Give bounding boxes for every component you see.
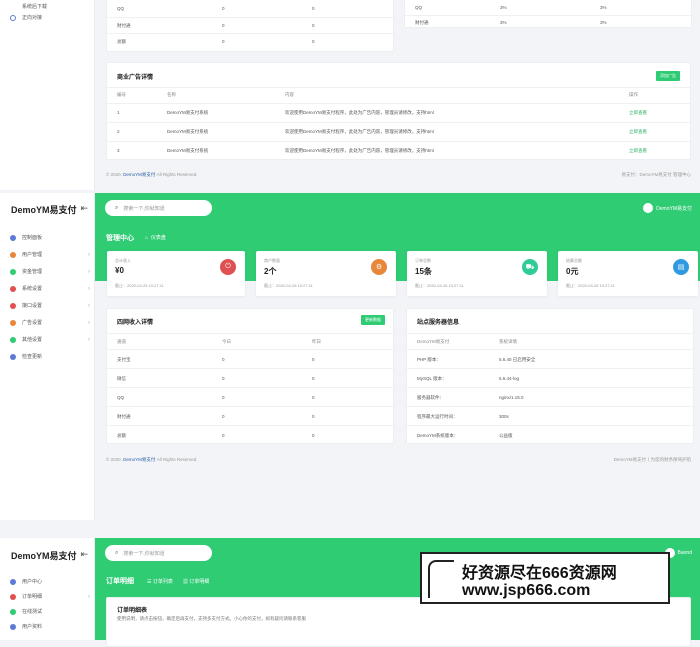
search-icon: ⌕ [115, 204, 119, 211]
income-card: 四网收入详情 更新数据 通道 今日 昨日 支付宝 0 0 微信 0 0 QQ 0 0 财付通 0 0… [106, 308, 394, 444]
menu-fold-icon[interactable]: ⇤ [80, 203, 88, 214]
table-row: 2 DemoYM易支付系统 欢迎使用DemoYM易支付程序，此处为广告内容，管理… [107, 122, 690, 140]
dashboard-icon [10, 578, 16, 585]
mid-footer-right: DemoYM易支付丨为您的财务保驾护航 [613, 457, 691, 462]
view-link[interactable]: 立即查看 [629, 110, 647, 116]
dashboard-icon [10, 234, 16, 241]
table-header: 编号 名称 内容 操作 [107, 87, 690, 99]
update-icon [10, 353, 16, 360]
test-icon [10, 608, 16, 615]
settings-icon [10, 285, 16, 292]
sidebar-item-user-center[interactable]: 用户中心 [10, 578, 90, 585]
sidebar-item-system[interactable]: 系统设置 › [10, 285, 90, 292]
detail-icon: ▦ [183, 579, 189, 585]
sidebar-item-test[interactable]: 在线测试 [10, 608, 90, 615]
top-left-table-card: QQ 0 0 财付通 0 0 总额 0 0 [106, 0, 394, 52]
money-icon [10, 268, 16, 275]
stat-card-settlement: 结算总额 0元 截止：2020-04-26 10:27:11 ▤ [558, 251, 698, 296]
table-row: PHP 版本： 5.6.40 已启用安全 [407, 349, 693, 368]
avatar [643, 203, 654, 213]
mid-footer-left: © 2020. DemoYM易支付 All Rights Reserved. [106, 457, 198, 462]
stat-card-income: 总计收入 ¥0 截止：2020-04-26 10:27:11 ⏻ [107, 251, 245, 296]
stat-card-orders: 订单总数 15条 截止：2020-04-26 10:27:11 ⛟ [407, 251, 547, 296]
table-row: QQ 3% 3% [415, 5, 607, 10]
table-row: 服务器软件： nginx/1.15.0 [407, 387, 693, 406]
ads-card: 商业广告详情 添加广告 编号 名称 内容 操作 1 DemoYM易支付系统 欢迎… [106, 62, 691, 160]
table-row: 程序最大运行时间： 300s [407, 406, 693, 425]
sidebar-item-users[interactable]: 用户管理 › [10, 251, 90, 258]
page-title: 订单明细 [106, 578, 134, 585]
sidebar-item-orders[interactable]: 订单明细 › [10, 593, 90, 600]
table-row: QQ 0 0 [107, 387, 393, 406]
menu-fold-icon[interactable]: ⇤ [80, 549, 88, 560]
table-row: 支付宝 0 0 [107, 349, 393, 368]
table-row: 总额 0 0 [107, 425, 393, 444]
table-row: QQ 0 0 [117, 6, 315, 11]
order-icon [10, 593, 16, 600]
table-row: 微信 0 0 [107, 368, 393, 387]
cart-icon: ⛟ [522, 259, 538, 275]
table-header: 通道 今日 昨日 [107, 333, 393, 349]
breadcrumb[interactable]: ⌂ 仪表盘 [145, 234, 166, 241]
top-sidebar: 系统后下载 正向对接 [0, 0, 95, 190]
bottom-sidebar: DemoYM易支付 ⇤ 用户中心 订单明细 › 在线测试 用户资料 [0, 538, 95, 640]
table-header: DemoYM易支付 系统详情 [407, 333, 693, 349]
top-footer-right: 易支付：DemoYM易支付 管理中心 [621, 172, 691, 177]
top-footer-left: © 2020. DemoYM易支付 All Rights Reserved. [106, 172, 198, 177]
brand-logo: DemoYM易支付 [11, 551, 77, 561]
user-menu[interactable]: DemoYM易支付 [643, 203, 692, 213]
sidebar-item-docking[interactable]: 正向对接 [10, 14, 90, 21]
search-input[interactable]: ⌕ 搜索一下,你就知道 [105, 200, 212, 216]
api-icon [10, 302, 16, 309]
table-row: 1 DemoYM易支付系统 欢迎使用DemoYM易支付程序，此处为广告内容，管理… [107, 103, 690, 121]
watermark: 好资源尽在666资源网 www.jsp666.com [420, 552, 670, 604]
table-row: 财付通 0 0 [107, 406, 393, 425]
table-row: 财付通 0 0 [107, 17, 393, 33]
table-row: 3 DemoYM易支付系统 欢迎使用DemoYM易支付程序，此处为广告内容，管理… [107, 141, 690, 159]
settings-icon: ⚙ [371, 259, 387, 275]
sidebar-item-download[interactable]: 系统后下载 [10, 3, 90, 10]
user-icon [10, 251, 16, 258]
table-row: 财付通 3% 3% [405, 15, 691, 29]
search-icon: ⌕ [115, 549, 119, 556]
mid-sidebar: DemoYM易支付 ⇤ 控制面板 用户管理 › 资金管理 › 系统设置 › 接口设置 ›… [0, 193, 95, 520]
ornament-icon [428, 560, 454, 598]
ad-icon [10, 319, 16, 326]
sidebar-item-dashboard[interactable]: 控制面板 [10, 234, 90, 241]
sidebar-item-funds[interactable]: 资金管理 › [10, 268, 90, 275]
sidebar-item-api[interactable]: 接口设置 › [10, 302, 90, 309]
send-icon [10, 336, 16, 343]
sidebar-item-ads[interactable]: 广告设置 › [10, 319, 90, 326]
profile-icon [10, 623, 16, 630]
page-title: 管理中心 [106, 235, 134, 242]
link-icon [10, 14, 16, 21]
top-right-table-card: QQ 3% 3% 财付通 3% 3% [404, 0, 692, 28]
add-ad-button[interactable]: 添加广告 [656, 71, 680, 81]
brand-logo: DemoYM易支付 [11, 205, 77, 215]
table-row: MySQL 版本： 5.6.44-log [407, 368, 693, 387]
server-info-card: 站点服务器信息 DemoYM易支付 系统详情 PHP 版本： 5.6.40 已启用安… [406, 308, 694, 444]
search-input[interactable]: ⌕ 搜索一下,你就知道 [105, 545, 212, 561]
sidebar-item-update[interactable]: 检查更新 [10, 353, 90, 360]
table-row: 总额 0 0 [107, 33, 393, 49]
power-icon: ⏻ [220, 259, 236, 275]
view-link[interactable]: 立即查看 [629, 129, 647, 135]
ads-title: 商业广告详情 [117, 75, 154, 81]
table-row: DemoYM系统版本： 公益版 [407, 425, 693, 444]
list-icon: ☰ [147, 579, 152, 585]
sidebar-item-profile[interactable]: 用户资料 [10, 623, 90, 630]
view-link[interactable]: 立即查看 [629, 148, 647, 154]
sidebar-item-other[interactable]: 其他设置 › [10, 336, 90, 343]
stat-card-merchants: 商户数量 2个 截止：2020-04-26 10:27:11 ⚙ [256, 251, 396, 296]
tab-order-list[interactable]: ☰ 订单列表 [147, 578, 173, 585]
refresh-data-button[interactable]: 更新数据 [361, 315, 385, 325]
home-icon: ⌂ [145, 235, 149, 241]
wallet-icon: ▤ [673, 259, 689, 275]
card-description: 使用说明，请点击按钮，确定后再支付，支持多支付方式。小心你的支付，如有疑问请联系… [117, 616, 306, 621]
tab-order-detail[interactable]: ▦ 订单明细 [183, 578, 209, 585]
